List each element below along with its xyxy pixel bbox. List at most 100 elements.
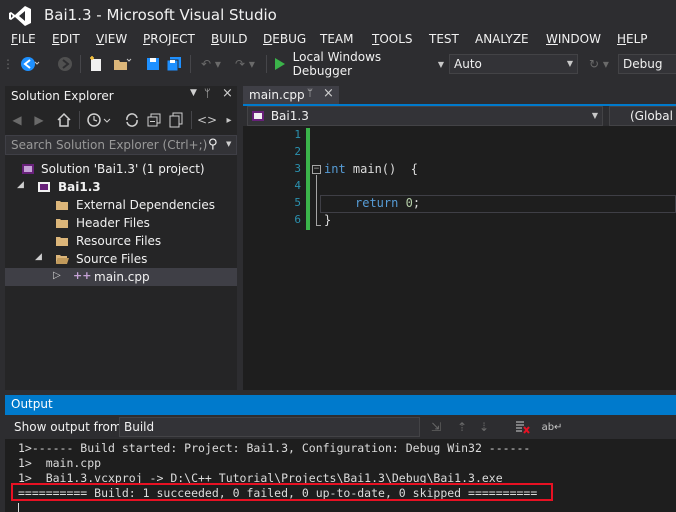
home-icon [57,112,71,127]
home-button[interactable] [55,110,73,130]
show-all-files-button[interactable] [167,110,185,130]
save-all-icon [166,57,181,72]
tree-item-resource-files[interactable]: Resource Files [5,232,237,250]
search-options-chevron-icon[interactable]: ▼ [226,140,231,148]
se-forward-button[interactable]: ▶ [31,110,47,130]
chevron-down-icon: ▼ [437,59,444,69]
show-output-from-label: Show output from: [14,420,126,434]
outline-guide [316,175,317,225]
configuration-dropdown[interactable]: Debug [618,54,676,74]
clear-all-icon [516,421,530,434]
menu-help[interactable]: HELP [617,32,648,46]
solution-platform-dropdown[interactable]: Auto ▼ [449,54,578,74]
redo-button[interactable]: ↷ ▾ [230,54,260,74]
tree-item-main-cpp[interactable]: ▷ ++ main.cpp [5,268,237,286]
next-message-button[interactable]: ⇣ [474,417,494,437]
solution-icon [22,164,34,174]
visual-studio-logo-icon [9,6,31,26]
menu-edit[interactable]: EDIT [52,32,80,46]
se-toolbar-overflow-icon[interactable]: ▸ [223,110,235,130]
outline-guide-end [316,225,321,226]
toolbar-grip-icon[interactable]: ⋮ [2,54,14,74]
sync-with-document-button[interactable] [123,110,141,130]
search-placeholder: Search Solution Explorer (Ctrl+;) [11,138,208,152]
undo-icon: ↶ ▾ [201,57,221,71]
text-caret [18,503,19,512]
menu-view[interactable]: VIEW [96,32,127,46]
tree-item-solution[interactable]: Solution 'Bai1.3' (1 project) [5,160,237,178]
cpp-project-icon [38,182,50,192]
start-debugging-button[interactable]: Local Windows Debugger ▼ [272,50,444,78]
sync-icon [126,113,138,127]
menu-team[interactable]: TEAM [320,32,353,46]
collapse-region-icon[interactable]: − [312,165,321,174]
back-arrow-icon [21,57,40,71]
output-line: 1>------ Build started: Project: Bai1.3,… [18,441,531,455]
play-icon [275,58,285,70]
pending-changes-filter-button[interactable] [85,110,115,130]
collapse-all-button[interactable] [145,110,163,130]
line-number: 1 [294,128,301,141]
chevron-down-icon: ▼ [591,111,598,120]
refresh-button[interactable]: ↻ ▾ [584,54,614,74]
window-title: Bai1.3 - Microsoft Visual Studio [44,6,277,24]
vertical-splitter[interactable] [237,86,243,390]
panel-options-icon[interactable]: ▼ [190,88,197,98]
code-line-5: return 0; [355,196,421,210]
undo-button[interactable]: ↶ ▾ [196,54,226,74]
previous-message-icon: ⇡ [456,420,468,434]
tree-item-project[interactable]: ◢ Bai1.3 [5,178,237,196]
save-disk-icon [147,58,159,70]
tree-item-source-files[interactable]: ◢ Source Files [5,250,237,268]
tree-item-external-dependencies[interactable]: External Dependencies [5,196,237,214]
menu-test[interactable]: TEST [429,32,459,46]
output-source-dropdown[interactable]: Build [119,417,420,437]
change-tracking-bar [306,128,310,230]
pin-icon[interactable]: ᛘ [307,88,313,99]
chevron-down-icon: ▼ [566,59,573,68]
collapsed-triangle-icon[interactable]: ▷ [53,270,61,281]
save-button[interactable] [144,54,162,74]
collapse-all-icon [147,113,161,127]
close-icon[interactable]: × [222,86,233,101]
menu-analyze[interactable]: ANALYZE [475,32,529,46]
tree-item-header-files[interactable]: Header Files [5,214,237,232]
expanded-triangle-icon[interactable]: ◢ [17,180,24,190]
navigate-back-button[interactable] [18,54,42,74]
project-scope-dropdown[interactable]: Bai1.3 ▼ [247,106,603,126]
save-all-button[interactable] [164,54,184,74]
folder-icon [56,201,68,210]
solution-explorer-title: Solution Explorer [11,89,114,103]
menu-tools[interactable]: TOOLS [372,32,413,46]
close-tab-icon[interactable]: × [323,86,334,101]
navigate-forward-button[interactable] [56,54,74,74]
expanded-triangle-icon[interactable]: ◢ [35,252,42,262]
refresh-icon: ↻ ▾ [589,57,609,71]
new-project-button[interactable] [86,54,108,74]
menu-build[interactable]: BUILD [211,32,247,46]
pin-icon[interactable]: ᛘ [204,87,211,100]
code-brackets-icon: <> [196,113,218,127]
open-folder-icon [114,58,132,70]
menu-window[interactable]: WINDOW [546,32,601,46]
next-message-icon: ⇣ [478,420,490,434]
line-number: 6 [294,213,301,226]
find-message-button[interactable]: ⇲ [426,417,446,437]
toggle-word-wrap-button[interactable]: ab↵ [542,417,563,437]
show-all-files-icon [169,112,183,128]
menu-project[interactable]: PROJECT [143,32,195,46]
cpp-project-icon [252,111,264,121]
standard-toolbar: ⋮ ↶ ▾ ↷ ▾ Local Windows Debugger ▼ Auto … [0,50,676,78]
search-icon[interactable]: ⚲ [208,137,218,152]
code-view-button[interactable]: <> [197,110,217,130]
clear-all-button[interactable] [512,417,532,437]
previous-message-button[interactable]: ⇡ [452,417,472,437]
se-back-button[interactable]: ◀ [9,110,25,130]
global-scope-dropdown[interactable]: (Global S [609,106,676,126]
forward-arrow-icon [58,57,72,71]
solution-explorer-toolbar: ◀ ▶ <> ▸ [5,106,237,134]
menu-debug[interactable]: DEBUG [263,32,306,46]
menu-file[interactable]: FILE [11,32,36,46]
open-file-button[interactable] [110,54,134,74]
find-in-code-icon: ⇲ [430,420,442,434]
